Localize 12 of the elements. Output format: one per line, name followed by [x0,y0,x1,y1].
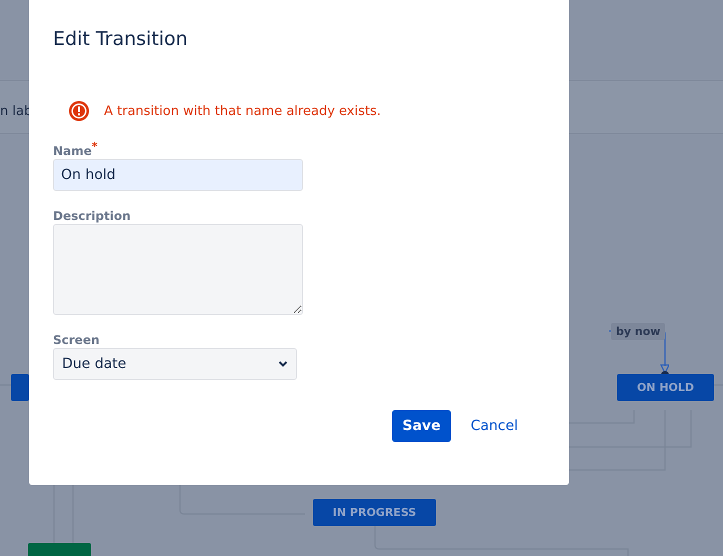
error-icon [68,100,90,122]
error-message: A transition with that name already exists. [104,104,381,118]
save-button[interactable]: Save [392,410,451,442]
screen-select[interactable]: Due date [53,348,297,380]
chevron-down-icon [278,360,288,368]
description-textarea[interactable] [53,224,303,315]
field-label: Description [53,209,132,223]
cancel-link[interactable]: Cancel [458,410,530,442]
dialog-title: Edit Transition [53,28,189,50]
name-input[interactable]: On hold [53,159,303,191]
transition-label: by now [611,323,666,340]
field-label: Screen [53,333,100,347]
